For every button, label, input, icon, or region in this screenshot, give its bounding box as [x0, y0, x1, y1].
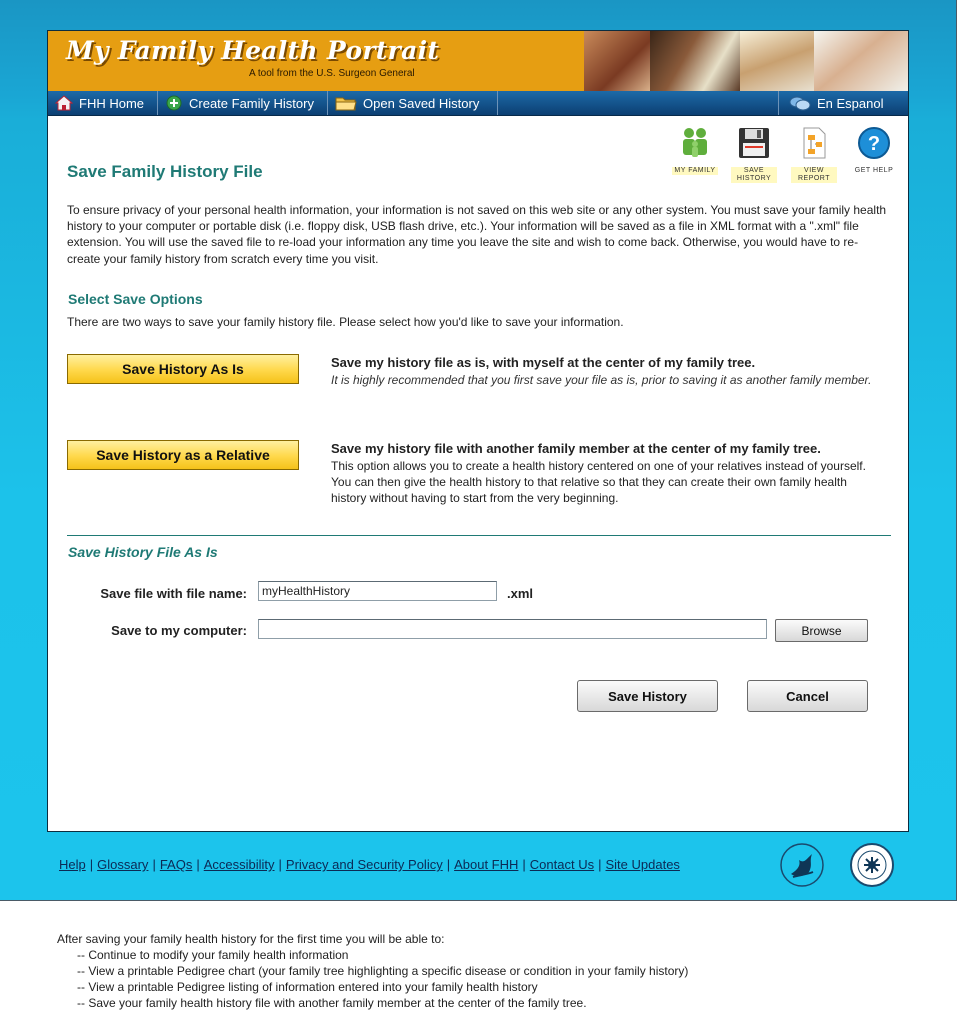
list-item: -- View a printable Pedigree listing of …: [77, 980, 538, 994]
home-icon: [55, 95, 73, 111]
footer-link-contact[interactable]: Contact Us: [530, 857, 594, 872]
page-title: Save Family History File: [67, 162, 263, 181]
intro-text: To ensure privacy of your personal healt…: [67, 203, 887, 266]
list-item: -- Continue to modify your family health…: [77, 948, 349, 962]
relative-description: This option allows you to create a healt…: [331, 459, 866, 505]
public-health-service-seal-icon[interactable]: [849, 842, 895, 888]
save-history-as-relative-button[interactable]: Save History as a Relative: [67, 440, 299, 470]
icon-label: MY FAMILY: [672, 167, 718, 175]
family-icon: [683, 128, 707, 157]
nav-open-saved-history[interactable]: Open Saved History: [328, 91, 498, 115]
save-options-heading: Select Save Options: [68, 291, 203, 307]
nav-bar: FHH Home Create Family History Open Save…: [48, 91, 908, 116]
family-photo-3: [740, 31, 814, 91]
nav-label: En Espanol: [817, 95, 884, 111]
get-help-button[interactable]: ? GET HELP: [851, 126, 897, 175]
report-icon: [803, 127, 826, 159]
footer-link-privacy[interactable]: Privacy and Security Policy: [286, 857, 443, 872]
family-photo-4: [814, 31, 908, 91]
as-is-title: Save my history file as is, with myself …: [331, 355, 756, 370]
banner-photos: [584, 31, 908, 91]
footer-link-site-updates[interactable]: Site Updates: [606, 857, 680, 872]
save-history-button[interactable]: SAVE HISTORY: [731, 126, 777, 183]
file-extension: .xml: [507, 586, 534, 601]
hhs-logo-icon[interactable]: [779, 842, 825, 888]
nav-label: Open Saved History: [363, 95, 480, 111]
footer-links: Help | Glossary | FAQs | Accessibility | Privacy…: [59, 857, 680, 872]
save-file-heading: Save History File As Is: [68, 544, 218, 560]
relative-title: Save my history file with another family…: [331, 441, 821, 456]
file-path-input[interactable]: [258, 619, 767, 639]
view-report-button[interactable]: VIEW REPORT: [791, 126, 837, 183]
site-subtitle: A tool from the U.S. Surgeon General: [249, 68, 415, 79]
relative-option: Save my history file with another family…: [331, 441, 881, 506]
nav-fhh-home[interactable]: FHH Home: [48, 91, 158, 115]
list-item: -- Save your family health history file …: [77, 996, 587, 1010]
footer-link-help[interactable]: Help: [59, 857, 86, 872]
footer-link-glossary[interactable]: Glossary: [97, 857, 148, 872]
after-save-intro: After saving your family health history …: [57, 932, 445, 946]
icon-label: SAVE HISTORY: [731, 167, 777, 183]
footer-link-faqs[interactable]: FAQs: [160, 857, 193, 872]
folder-icon: [335, 97, 357, 111]
as-is-option: Save my history file as is, with myself …: [331, 355, 881, 388]
nav-create-family-history[interactable]: Create Family History: [158, 91, 328, 115]
footer-link-about[interactable]: About FHH: [454, 857, 518, 872]
nav-label: FHH Home: [79, 95, 145, 111]
floppy-disk-icon: [739, 128, 769, 158]
save-options-description: There are two ways to save your family h…: [67, 315, 624, 329]
icon-label: GET HELP: [851, 167, 897, 175]
save-history-button-submit[interactable]: Save History: [577, 680, 718, 712]
svg-text:?: ?: [868, 133, 880, 155]
footer-link-accessibility[interactable]: Accessibility: [204, 857, 275, 872]
list-item: -- View a printable Pedigree chart (your…: [77, 964, 689, 978]
family-photo-2: [650, 31, 740, 91]
section-divider: [67, 535, 891, 536]
filename-label: Save file with file name:: [100, 586, 247, 601]
computer-label: Save to my computer:: [111, 623, 247, 638]
main-panel: My Family Health Portrait A tool from th…: [47, 30, 909, 832]
after-save-notes: After saving your family health history …: [57, 931, 688, 1011]
as-is-description: It is highly recommended that you first …: [331, 373, 872, 387]
nav-label: Create Family History: [189, 95, 314, 111]
filename-input[interactable]: [258, 581, 497, 601]
plus-icon: [166, 95, 182, 111]
save-history-as-is-button[interactable]: Save History As Is: [67, 354, 299, 384]
my-family-button[interactable]: MY FAMILY: [672, 126, 718, 175]
cancel-button[interactable]: Cancel: [747, 680, 868, 712]
icon-label: VIEW REPORT: [791, 167, 837, 183]
browse-button[interactable]: Browse: [775, 619, 868, 642]
nav-en-espanol[interactable]: En Espanol: [778, 91, 909, 115]
help-icon: ?: [858, 127, 890, 159]
family-photo-1: [584, 31, 650, 91]
site-title[interactable]: My Family Health Portrait: [66, 36, 439, 65]
header-banner: My Family Health Portrait A tool from th…: [48, 31, 908, 91]
after-save-list: -- Continue to modify your family health…: [57, 947, 688, 1011]
speech-bubbles-icon: [789, 96, 811, 111]
